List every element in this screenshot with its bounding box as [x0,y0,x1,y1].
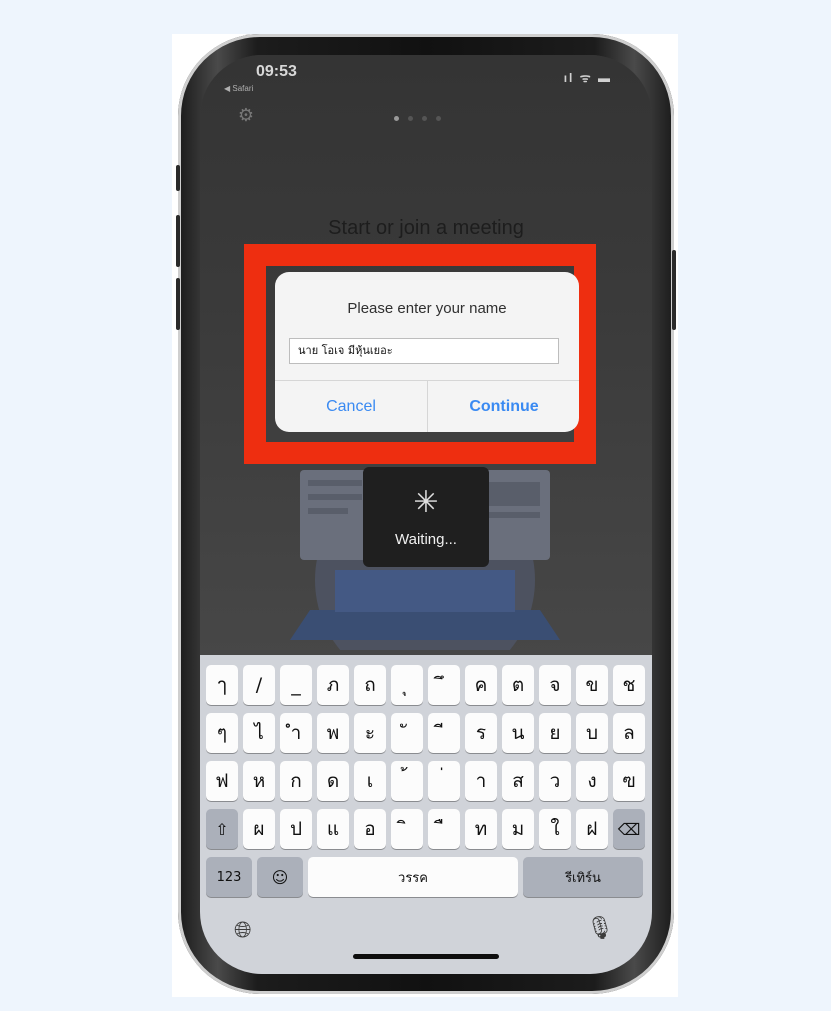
key[interactable]: ั [391,713,423,753]
key[interactable]: ภ [317,665,349,705]
emoji-icon[interactable]: ☺ [257,857,303,897]
app-background: 09:53 ◀ Safari ıl ᯤ ▬ ⚙ Start or join a … [200,55,652,655]
key[interactable]: ด [317,761,349,801]
key[interactable]: ว [539,761,571,801]
keyboard-row: ๅ / _ ภ ถ ุ ึ ค ต จ ข ช [206,665,645,705]
key[interactable]: ง [576,761,608,801]
key[interactable]: ห [243,761,275,801]
key[interactable]: ้ [391,761,423,801]
key[interactable]: ึ [428,665,460,705]
home-indicator[interactable] [353,954,499,959]
page-dot [436,116,441,121]
name-input[interactable]: นาย โอเจ มีหุ้นเยอะ [289,338,559,364]
space-key[interactable]: วรรค [308,857,518,897]
key[interactable]: ะ [354,713,386,753]
key[interactable]: แ [317,809,349,849]
return-key[interactable]: รีเทิร์น [523,857,643,897]
name-dialog: Please enter your name นาย โอเจ มีหุ้นเย… [275,272,579,432]
page-title: Start or join a meeting [328,217,524,239]
cancel-button[interactable]: Cancel [275,381,427,432]
keyboard: ๅ / _ ภ ถ ุ ึ ค ต จ ข ช ๆ ไ ำ พ ะ ั ี ร … [200,655,652,974]
continue-button[interactable]: Continue [428,381,580,432]
key[interactable]: ฝ [576,809,608,849]
key[interactable]: พ [317,713,349,753]
page-dot [394,116,399,121]
key[interactable]: เ [354,761,386,801]
key[interactable]: ๆ [206,713,238,753]
key[interactable]: ข [576,665,608,705]
key[interactable]: ก [280,761,312,801]
gear-icon[interactable]: ⚙ [236,105,256,125]
phone-side-button [176,278,180,330]
key[interactable]: ่ [428,761,460,801]
key[interactable]: อ [354,809,386,849]
keyboard-row: ⇧ ผ ป แ อ ิ ื ท ม ใ ฝ ⌫ [206,809,645,849]
globe-icon[interactable]: 🌐︎ [234,917,252,943]
keyboard-row: ฟ ห ก ด เ ้ ่ า ส ว ง ฃ [206,761,645,801]
key[interactable]: ค [465,665,497,705]
key[interactable]: ถ [354,665,386,705]
key[interactable]: ผ [243,809,275,849]
keyboard-row: ๆ ไ ำ พ ะ ั ี ร น ย บ ล [206,713,645,753]
key[interactable]: ช [613,665,645,705]
microphone-icon[interactable]: 🎙︎ [586,915,614,941]
numbers-key[interactable]: 123 [206,857,252,897]
key[interactable]: ฃ [613,761,645,801]
key[interactable]: ล [613,713,645,753]
key[interactable]: / [243,665,275,705]
key[interactable]: ุ [391,665,423,705]
phone-side-button [176,165,180,191]
spinner-icon: ✳ [413,486,439,519]
key[interactable]: บ [576,713,608,753]
key[interactable]: ำ [280,713,312,753]
key[interactable]: ย [539,713,571,753]
key[interactable]: ป [280,809,312,849]
back-to-safari-link[interactable]: ◀ Safari [224,84,253,93]
phone-power-button [672,250,676,330]
key[interactable]: ร [465,713,497,753]
key[interactable]: จ [539,665,571,705]
page-dot [422,116,427,121]
key[interactable]: ต [502,665,534,705]
key[interactable]: น [502,713,534,753]
phone-screen: 09:53 ◀ Safari ıl ᯤ ▬ ⚙ Start or join a … [200,55,652,974]
page-dot [408,116,413,121]
key[interactable]: ม [502,809,534,849]
phone-side-button [176,215,180,267]
key[interactable]: ใ [539,809,571,849]
page-indicator [394,116,441,121]
key[interactable]: ไ [243,713,275,753]
key[interactable]: ส [502,761,534,801]
keyboard-row: 123 ☺ วรรค รีเทิร์น [206,857,643,897]
key[interactable]: _ [280,665,312,705]
key[interactable]: ี [428,713,460,753]
key[interactable]: ิ [391,809,423,849]
shift-icon[interactable]: ⇧ [206,809,238,849]
status-icons: ıl ᯤ ▬ [563,71,612,85]
key[interactable]: ื [428,809,460,849]
key[interactable]: ฟ [206,761,238,801]
key[interactable]: ๅ [206,665,238,705]
status-time: 09:53 [256,63,297,80]
waiting-overlay: ✳ Waiting... [363,467,489,567]
dialog-title: Please enter your name [347,300,507,317]
key[interactable]: า [465,761,497,801]
backspace-icon[interactable]: ⌫ [613,809,645,849]
key[interactable]: ท [465,809,497,849]
waiting-label: Waiting... [395,531,457,548]
